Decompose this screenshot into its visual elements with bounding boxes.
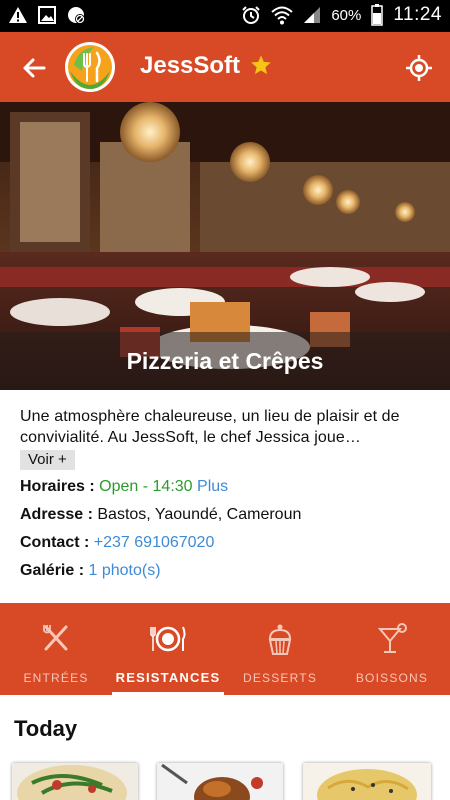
alarm-icon bbox=[242, 6, 261, 24]
hours-label: Horaires : bbox=[20, 478, 95, 495]
warning-icon bbox=[9, 7, 27, 23]
address-value: Bastos, Yaoundé, Cameroun bbox=[97, 506, 302, 523]
tab-label: ENTRÉES bbox=[23, 671, 89, 685]
dish-thumbnails bbox=[0, 760, 450, 800]
restaurant-info: Une atmosphère chaleureuse, un lieu de p… bbox=[20, 406, 432, 582]
address-row: Adresse : Bastos, Yaoundé, Cameroun bbox=[20, 506, 432, 526]
location-icon[interactable] bbox=[403, 52, 435, 84]
status-bar-left bbox=[8, 5, 86, 25]
category-tabs: ENTRÉES RESISTANCES DESSERTS BOISSONS bbox=[0, 603, 450, 695]
active-tab-indicator bbox=[112, 692, 224, 695]
gallery-row: Galérie : 1 photo(s) bbox=[20, 562, 432, 582]
status-bar: 60% 11:24 bbox=[0, 0, 450, 32]
contact-row: Contact : +237 691067020 bbox=[20, 534, 432, 554]
tab-boissons[interactable]: BOISSONS bbox=[336, 603, 448, 695]
tab-label: DESSERTS bbox=[242, 671, 318, 685]
battery-percent: 60% bbox=[331, 6, 362, 24]
tab-label: RESISTANCES bbox=[115, 670, 221, 685]
battery-icon bbox=[371, 4, 384, 26]
status-bar-right: 60% 11:24 bbox=[241, 4, 442, 26]
tab-desserts[interactable]: DESSERTS bbox=[224, 603, 336, 695]
dish-thumbnail[interactable] bbox=[303, 763, 431, 800]
tab-resistances[interactable]: RESISTANCES bbox=[112, 603, 224, 695]
blocked-icon bbox=[68, 7, 85, 24]
plate-icon bbox=[150, 626, 186, 652]
restaurant-description: Une atmosphère chaleureuse, un lieu de p… bbox=[20, 408, 400, 446]
section-heading: Today bbox=[14, 716, 78, 741]
hours-value: Open - 14:30 bbox=[99, 478, 193, 495]
back-arrow-icon[interactable] bbox=[18, 52, 50, 84]
dish-thumbnail[interactable] bbox=[12, 763, 138, 800]
image-icon bbox=[38, 6, 56, 24]
contact-label: Contact : bbox=[20, 534, 90, 551]
fork-knife-icon bbox=[43, 625, 68, 651]
app-bar: JessSoft bbox=[0, 32, 450, 102]
address-label: Adresse : bbox=[20, 506, 93, 523]
dish-photo bbox=[12, 763, 138, 800]
cupcake-icon bbox=[268, 624, 292, 655]
clock: 11:24 bbox=[393, 4, 442, 25]
tab-entrees[interactable]: ENTRÉES bbox=[0, 603, 112, 695]
restaurant-logo bbox=[65, 42, 115, 92]
hero-image[interactable]: Pizzeria et Crêpes bbox=[0, 102, 450, 390]
gallery-link[interactable]: 1 photo(s) bbox=[88, 562, 160, 579]
dish-thumbnail[interactable] bbox=[157, 763, 283, 800]
see-more-button[interactable]: Voir + bbox=[20, 450, 75, 470]
dish-photo bbox=[303, 763, 431, 800]
dish-photo bbox=[157, 763, 283, 800]
hours-row: Horaires : Open - 14:30 Plus bbox=[20, 478, 432, 498]
signal-icon bbox=[304, 7, 321, 23]
hours-more-link[interactable]: Plus bbox=[197, 478, 228, 495]
hero-caption: Pizzeria et Crêpes bbox=[0, 332, 450, 390]
app-title: JessSoft bbox=[140, 52, 241, 79]
cocktail-icon bbox=[377, 623, 407, 653]
tab-label: BOISSONS bbox=[355, 671, 429, 685]
gallery-label: Galérie : bbox=[20, 562, 85, 579]
wifi-icon bbox=[271, 6, 293, 25]
phone-link[interactable]: +237 691067020 bbox=[94, 534, 215, 551]
star-icon[interactable] bbox=[250, 54, 272, 76]
